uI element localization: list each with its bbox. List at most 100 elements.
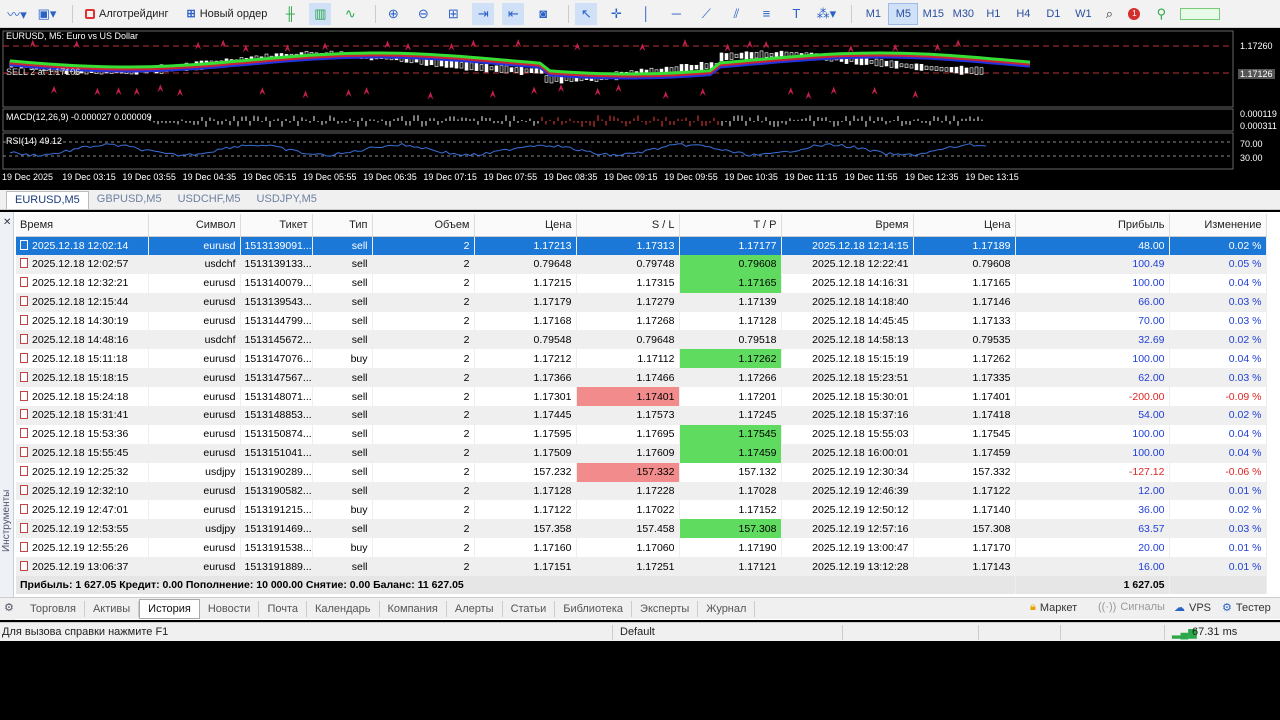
fibonacci-icon[interactable]: ≡ <box>755 3 777 25</box>
table-row[interactable]: 2025.12.18 15:31:41 eurusd 1513148853... se… <box>16 406 1267 425</box>
column-header[interactable]: Цена <box>474 214 577 237</box>
timeframe-m15[interactable]: M15 <box>918 3 948 25</box>
table-cell: eurusd <box>148 424 241 444</box>
market-link[interactable]: 🔒︎ Маркет <box>1030 601 1077 614</box>
cursor-icon[interactable]: ↖ <box>575 2 598 25</box>
chart-template-icon[interactable]: ▣▾ <box>36 3 58 25</box>
chart-type-icon[interactable]: 〰▾ <box>6 3 28 25</box>
chart-shift-icon[interactable]: ⇤ <box>502 2 525 25</box>
table-cell: 0.01 % <box>1169 538 1267 558</box>
table-cell: eurusd <box>148 481 241 501</box>
crosshair-icon[interactable]: ✛ <box>605 3 627 25</box>
tester-link[interactable]: ⚙ Тестер <box>1222 601 1271 615</box>
autoscroll-icon[interactable]: ⇥ <box>472 2 495 25</box>
toolbox-tab[interactable]: Журнал <box>698 600 756 617</box>
table-cell: 1513140079... <box>240 273 313 293</box>
table-row[interactable]: 2025.12.18 15:18:15 eurusd 1513147567... se… <box>16 368 1267 388</box>
table-cell: 1.17335 <box>913 368 1016 388</box>
zoom-in-icon[interactable]: ⊕ <box>382 3 404 25</box>
chart-tab[interactable]: EURUSD,M5 <box>6 191 89 209</box>
chart-tab[interactable]: USDJPY,M5 <box>249 191 325 209</box>
toolbox-tab[interactable]: Библиотека <box>555 600 633 617</box>
table-row[interactable]: 2025.12.18 14:48:16 usdchf 1513145672... se… <box>16 330 1267 350</box>
table-row[interactable]: 2025.12.18 14:30:19 eurusd 1513144799... se… <box>16 311 1267 331</box>
timeframe-m30[interactable]: M30 <box>948 3 978 25</box>
candles-icon[interactable]: ▥ <box>309 2 332 25</box>
column-header[interactable]: Изменение <box>1169 214 1267 237</box>
trendline-icon[interactable]: ⟋ <box>695 3 717 25</box>
new-order-button[interactable]: ⊞ Новый ордер <box>180 3 273 25</box>
timeframe-w1[interactable]: W1 <box>1068 3 1098 25</box>
timeframe-h1[interactable]: H1 <box>978 3 1008 25</box>
chart-tab[interactable]: USDCHF,M5 <box>170 191 249 209</box>
zoom-out-icon[interactable]: ⊖ <box>412 3 434 25</box>
column-header[interactable]: Объем <box>372 214 475 237</box>
table-row[interactable]: 2025.12.18 15:55:45 eurusd 1513151041... se… <box>16 443 1267 463</box>
table-row[interactable]: 2025.12.18 12:15:44 eurusd 1513139543... se… <box>16 292 1267 312</box>
table-cell: 1.17279 <box>576 292 680 312</box>
table-row[interactable]: 2025.12.19 12:25:32 usdjpy 1513190289... se… <box>16 462 1267 482</box>
toolbox-tab[interactable]: Календарь <box>307 600 380 617</box>
timeframe-h4[interactable]: H4 <box>1008 3 1038 25</box>
signal-strength-icon[interactable]: ⚲ <box>1150 3 1172 25</box>
table-cell: eurusd <box>148 292 241 312</box>
column-header[interactable]: Тип <box>312 214 373 237</box>
column-header[interactable]: T / P <box>679 214 782 237</box>
shapes-icon[interactable]: ⁂▾ <box>815 3 837 25</box>
notifications-icon[interactable]: 1 <box>1128 7 1141 20</box>
toolbox-tab[interactable]: Компания <box>380 600 447 617</box>
screenshot-icon[interactable]: ◙ <box>532 3 554 25</box>
toolbox-tab[interactable]: Статьи <box>503 600 556 617</box>
table-row[interactable]: 2025.12.18 12:32:21 eurusd 1513140079... se… <box>16 273 1267 293</box>
signals-link[interactable]: ((·)) Сигналы <box>1098 601 1165 613</box>
table-row[interactable]: 2025.12.19 13:06:37 eurusd 1513191889... se… <box>16 557 1267 577</box>
table-cell: 1.17401 <box>576 387 680 407</box>
column-header[interactable]: S / L <box>576 214 680 237</box>
toolbox-tab[interactable]: Эксперты <box>632 600 699 617</box>
toolbox-tab[interactable]: Активы <box>85 600 140 617</box>
close-icon[interactable]: ✕ <box>3 217 11 228</box>
table-row[interactable]: 2025.12.18 12:02:14 eurusd 1513139091... se… <box>16 236 1267 255</box>
grid-icon[interactable]: ⊞ <box>442 3 464 25</box>
toolbox-tab[interactable]: Новости <box>200 600 260 617</box>
table-cell: 2025.12.19 12:50:12 <box>781 500 914 520</box>
timeframe-d1[interactable]: D1 <box>1038 3 1068 25</box>
toolbox-tab[interactable]: История <box>139 598 200 619</box>
toolbox-tab[interactable]: Почта <box>259 600 307 617</box>
table-cell: 1513145672... <box>240 330 313 350</box>
table-row[interactable]: 2025.12.18 12:02:57 usdchf 1513139133... se… <box>16 254 1267 274</box>
vertical-line-icon[interactable]: │ <box>635 3 657 25</box>
column-header[interactable]: Время <box>781 214 914 237</box>
cell-open-time: 2025.12.18 14:48:16 <box>16 330 149 350</box>
signals-icon: ((·)) <box>1098 601 1117 613</box>
timeframe-m1[interactable]: M1 <box>858 3 888 25</box>
table-row[interactable]: 2025.12.19 12:55:26 eurusd 1513191538... bu… <box>16 538 1267 558</box>
scroll-tabs-icon[interactable]: ⚙ <box>4 601 14 614</box>
column-header[interactable]: Символ <box>148 214 241 237</box>
column-header[interactable]: Тикет <box>240 214 313 237</box>
table-row[interactable]: 2025.12.19 12:32:10 eurusd 1513190582... se… <box>16 481 1267 501</box>
timeframe-m5[interactable]: M5 <box>888 2 919 25</box>
table-row[interactable]: 2025.12.18 15:53:36 eurusd 1513150874... se… <box>16 424 1267 444</box>
search-icon[interactable]: ⌕ <box>1098 3 1120 25</box>
table-row[interactable]: 2025.12.18 15:24:18 eurusd 1513148071... se… <box>16 387 1267 407</box>
column-header[interactable]: Прибыль <box>1015 214 1170 237</box>
column-header[interactable]: Цена <box>913 214 1016 237</box>
toolbox-tab[interactable]: Алерты <box>447 600 503 617</box>
table-cell: 2 <box>372 311 475 331</box>
table-row[interactable]: 2025.12.19 12:53:55 usdjpy 1513191469... se… <box>16 519 1267 539</box>
price-chart[interactable]: EURUSD, M5: Euro vs US Dollar SELL 2 at … <box>0 29 1280 189</box>
table-row[interactable]: 2025.12.19 12:47:01 eurusd 1513191215... bu… <box>16 500 1267 520</box>
channel-icon[interactable]: ⫽ <box>725 3 747 25</box>
chart-tab[interactable]: GBPUSD,M5 <box>89 191 170 209</box>
bars-icon[interactable]: ╫ <box>279 3 301 25</box>
column-header[interactable]: Время <box>16 214 149 237</box>
table-cell: 2025.12.18 15:55:03 <box>781 424 914 444</box>
toolbox-tab[interactable]: Торговля <box>22 600 85 617</box>
horizontal-line-icon[interactable]: ─ <box>665 3 687 25</box>
line-chart-icon[interactable]: ∿ <box>339 3 361 25</box>
text-icon[interactable]: T <box>785 3 807 25</box>
algotrading-button[interactable]: Алготрейдинг <box>79 3 174 25</box>
table-row[interactable]: 2025.12.18 15:11:18 eurusd 1513147076... bu… <box>16 349 1267 369</box>
vps-link[interactable]: ☁ VPS <box>1174 601 1211 615</box>
